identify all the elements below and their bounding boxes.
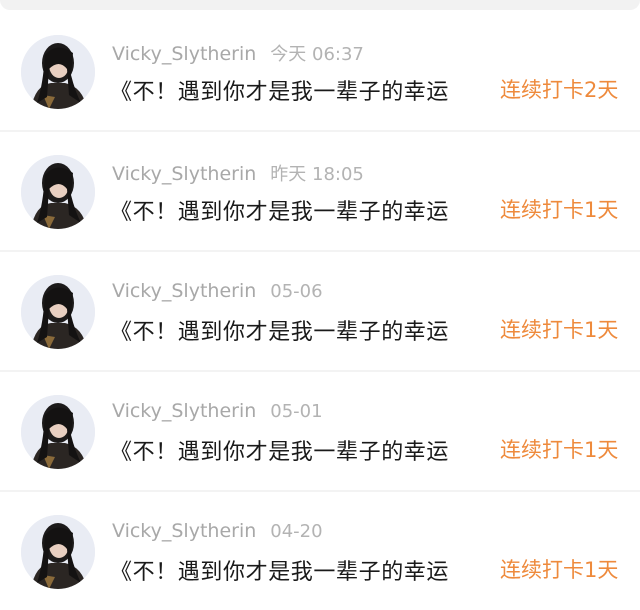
streak-badge: 连续打卡1天 (500, 438, 619, 462)
avatar[interactable] (21, 395, 95, 469)
streak-badge: 连续打卡2天 (500, 78, 619, 102)
post-meta: Vicky_Slytherin 昨天 18:05 (112, 160, 364, 186)
streak-badge: 连续打卡1天 (500, 558, 619, 582)
post-time: 04-20 (270, 521, 323, 542)
post-title[interactable]: 《不！遇到你才是我一辈子的幸运 (110, 194, 496, 226)
username[interactable]: Vicky_Slytherin (112, 163, 256, 185)
avatar-icon (21, 155, 95, 229)
avatar[interactable] (21, 155, 95, 229)
post-title[interactable]: 《不！遇到你才是我一辈子的幸运 (110, 554, 496, 586)
post-title[interactable]: 《不！遇到你才是我一辈子的幸运 (110, 434, 496, 466)
username[interactable]: Vicky_Slytherin (112, 520, 256, 542)
username[interactable]: Vicky_Slytherin (112, 43, 256, 65)
streak-badge: 连续打卡1天 (500, 318, 619, 342)
post-meta: Vicky_Slytherin 04-20 (112, 520, 323, 542)
feed-item[interactable]: Vicky_Slytherin 今天 06:37 《不！遇到你才是我一辈子的幸运 … (0, 10, 640, 130)
username[interactable]: Vicky_Slytherin (112, 400, 256, 422)
top-panel-edge (0, 0, 640, 10)
post-meta: Vicky_Slytherin 今天 06:37 (112, 40, 364, 66)
post-title[interactable]: 《不！遇到你才是我一辈子的幸运 (110, 74, 496, 106)
post-time: 05-01 (270, 401, 323, 422)
username[interactable]: Vicky_Slytherin (112, 280, 256, 302)
post-time: 05-06 (270, 281, 323, 302)
post-meta: Vicky_Slytherin 05-06 (112, 280, 323, 302)
feed-item[interactable]: Vicky_Slytherin 04-20 《不！遇到你才是我一辈子的幸运 连续打… (0, 490, 640, 610)
avatar[interactable] (21, 515, 95, 589)
streak-badge: 连续打卡1天 (500, 198, 619, 222)
checkin-feed-list: Vicky_Slytherin 今天 06:37 《不！遇到你才是我一辈子的幸运 … (0, 10, 640, 610)
feed-item[interactable]: Vicky_Slytherin 05-06 《不！遇到你才是我一辈子的幸运 连续打… (0, 250, 640, 370)
avatar-icon (21, 515, 95, 589)
post-time: 昨天 18:05 (270, 164, 364, 185)
avatar[interactable] (21, 35, 95, 109)
post-meta: Vicky_Slytherin 05-01 (112, 400, 323, 422)
post-title[interactable]: 《不！遇到你才是我一辈子的幸运 (110, 314, 496, 346)
avatar-icon (21, 35, 95, 109)
avatar-icon (21, 395, 95, 469)
avatar[interactable] (21, 275, 95, 349)
feed-item[interactable]: Vicky_Slytherin 昨天 18:05 《不！遇到你才是我一辈子的幸运 … (0, 130, 640, 250)
avatar-icon (21, 275, 95, 349)
feed-item[interactable]: Vicky_Slytherin 05-01 《不！遇到你才是我一辈子的幸运 连续打… (0, 370, 640, 490)
post-time: 今天 06:37 (270, 44, 364, 65)
